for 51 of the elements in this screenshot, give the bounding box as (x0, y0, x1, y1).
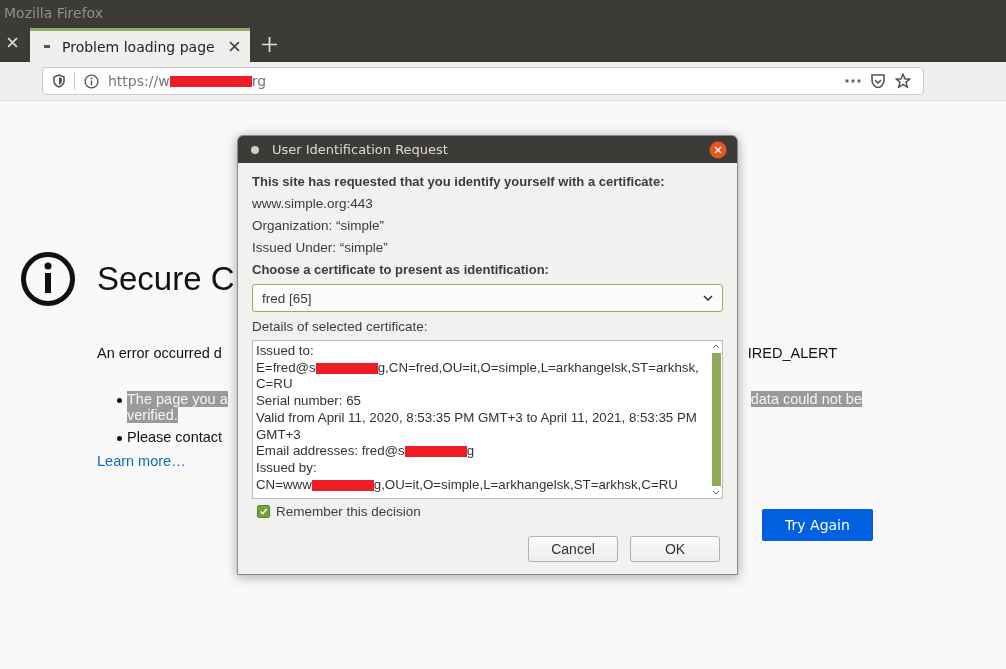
bullet-text: Please contact (127, 429, 223, 445)
info-text: Issued Under: “simple” (252, 239, 389, 257)
error-text: An error occurred d (97, 345, 222, 361)
info-icon (20, 251, 76, 307)
tab-title: Problem loading page (62, 38, 216, 55)
bullet-text: verified. (127, 407, 178, 423)
scroll-down-icon[interactable] (712, 490, 720, 495)
browser-tab[interactable]: Problem loading page (30, 28, 250, 62)
redaction-mark (404, 446, 467, 458)
url-text: rg (251, 73, 267, 89)
close-icon[interactable] (709, 140, 727, 159)
pocket-icon[interactable] (870, 73, 886, 89)
detail-line: E=fred@s g,CN=fred,OU=it,O=simple,L=arkhangelsk,ST=arkhsk,C=RU (256, 359, 700, 394)
bullet-icon (117, 398, 122, 403)
try-again-button[interactable]: Try Again (762, 509, 873, 541)
details-label: Details of selected certificate: (252, 318, 429, 336)
bullet-text: data could not be (750, 391, 862, 407)
detail-line: Issued to: (256, 343, 315, 360)
star-icon[interactable] (895, 73, 911, 89)
certificate-dropdown[interactable]: fred [65] (252, 284, 723, 312)
check-icon (259, 507, 268, 516)
learn-more-link[interactable]: Learn more… (97, 453, 186, 469)
dialog-button[interactable]: OK (630, 536, 720, 562)
url-text: https://w (108, 73, 170, 89)
scroll-up-icon[interactable] (712, 344, 720, 349)
address-bar[interactable]: https://w rg (42, 67, 924, 95)
checkbox[interactable] (257, 505, 270, 518)
detail-line: Email addresses: fred@s g (256, 443, 476, 460)
choose-label: Choose a certificate to present as identification: (252, 261, 550, 279)
shield-icon[interactable] (53, 74, 65, 88)
close-icon[interactable] (229, 41, 240, 52)
detail-line: Issued by: (256, 459, 318, 477)
more-icon[interactable] (845, 79, 861, 83)
checkbox-label: Remember this decision (276, 504, 421, 519)
new-tab-icon[interactable] (262, 37, 277, 52)
chevron-icon (703, 295, 713, 301)
bullet-text: The page you a (127, 391, 228, 407)
redaction-mark (311, 479, 374, 491)
redaction-mark (315, 362, 378, 374)
detail-line: Serial number: 65 (256, 393, 362, 410)
info-text: Organization: “simple” (252, 217, 386, 235)
bullet-icon (117, 436, 122, 441)
detail-line: CN=www g,OU=it,O=simple,L=arkhangelsk,ST=arkhsk,C=RU (256, 476, 679, 494)
error-code: IRED_ALERT (747, 345, 837, 361)
error-title: Secure C (97, 260, 235, 298)
dialog-title: User Identification Request (272, 142, 448, 157)
dialog-heading: This site has requested that you identify yourself with a certificate: (252, 173, 666, 191)
info-text: www.simple.org:443 (252, 195, 374, 213)
info-icon[interactable] (84, 73, 99, 89)
window-title: Mozilla Firefox (4, 4, 104, 21)
dialog-button[interactable]: Cancel (528, 536, 618, 562)
